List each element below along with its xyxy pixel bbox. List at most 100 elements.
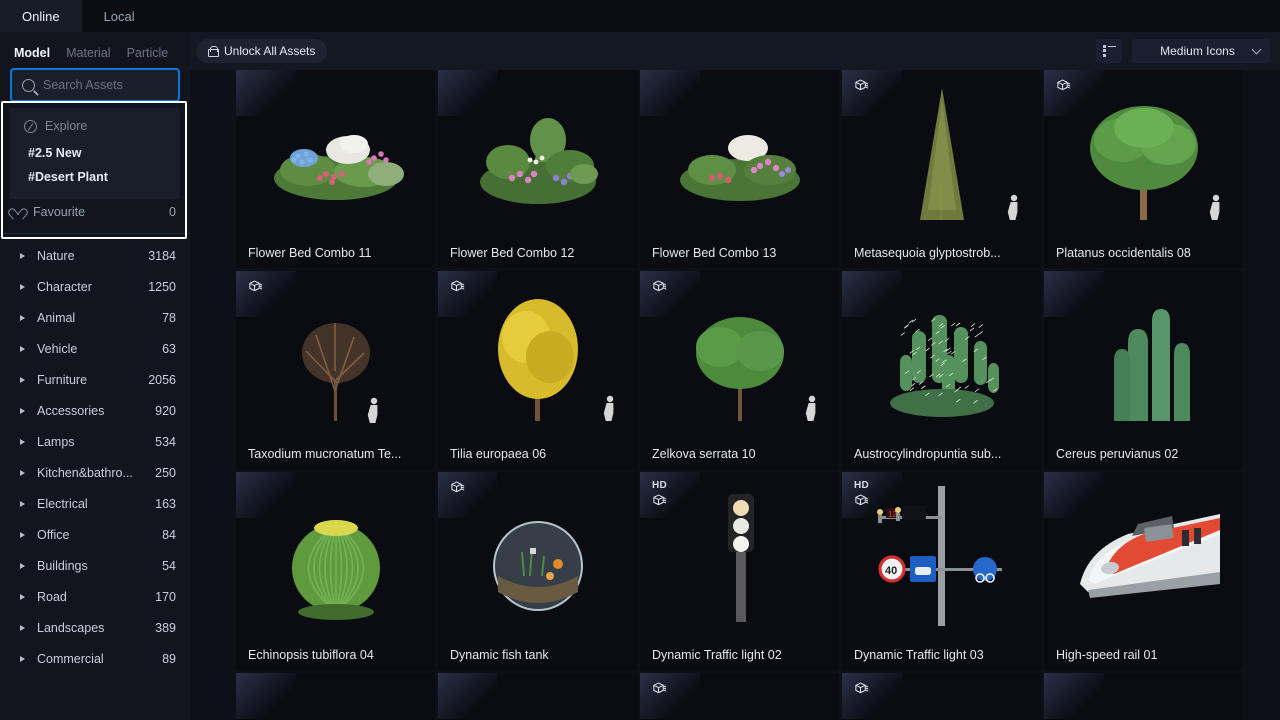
sidebar-category-row[interactable]: Lamps 534 [0, 426, 190, 457]
asset-card[interactable]: Austrocylindropuntia sub... [842, 271, 1041, 469]
search-box[interactable] [10, 68, 180, 102]
favourite-count: 0 [169, 205, 176, 219]
category-count: 534 [155, 435, 176, 449]
asset-card[interactable]: Flower Bed Combo 12 [438, 70, 637, 268]
sidebar-category-row[interactable]: Kitchen&bathro... 250 [0, 457, 190, 488]
asset-card[interactable]: Taxodium mucronatum Te... [236, 271, 435, 469]
asset-card[interactable]: Platanus occidentalis 08 [1044, 70, 1243, 268]
sidebar-category-row[interactable]: Vehicle 63 [0, 333, 190, 364]
asset-browser-window: Online Local Model Material Particle Sea… [0, 0, 1280, 720]
sidebar-category-row[interactable]: Office 84 [0, 519, 190, 550]
asset-name: Tilia europaea 06 [438, 439, 637, 469]
asset-card[interactable]: Echinopsis tubiflora 04 [236, 472, 435, 670]
asset-card[interactable]: Flower Bed Combo 13 [640, 70, 839, 268]
unlock-all-assets-button[interactable]: Unlock All Assets [196, 39, 327, 63]
category-count: 389 [155, 621, 176, 635]
asset-name: Metasequoia glyptostrob... [842, 238, 1041, 268]
asset-card[interactable] [236, 673, 435, 720]
sidebar-category-row[interactable]: Character 1250 [0, 271, 190, 302]
asset-card[interactable]: Cereus peruvianus 02 [1044, 271, 1243, 469]
asset-card[interactable]: High-speed rail 01 [1044, 472, 1243, 670]
cube-icon [450, 480, 465, 500]
category-count: 89 [162, 652, 176, 666]
tab-material-label: Material [66, 46, 110, 60]
list-view-icon [1103, 46, 1116, 57]
category-label: Animal [37, 311, 154, 325]
asset-name: Flower Bed Combo 13 [640, 238, 839, 268]
asset-thumbnail [438, 472, 637, 640]
heart-icon [12, 207, 24, 218]
caret-right-icon[interactable] [20, 315, 25, 321]
sidebar-category-row[interactable]: Nature 3184 [0, 240, 190, 271]
asset-thumbnail [640, 673, 839, 720]
category-count: 170 [155, 590, 176, 604]
tab-particle[interactable]: Particle [127, 46, 169, 60]
search-input[interactable] [43, 78, 204, 92]
sidebar-category-row[interactable]: Commercial 89 [0, 643, 190, 674]
unlock-label: Unlock All Assets [224, 44, 315, 58]
caret-right-icon[interactable] [20, 253, 25, 259]
caret-right-icon[interactable] [20, 625, 25, 631]
asset-grid-scroll[interactable]: Flower Bed Combo 11 Flower Bed Combo 12 Fl… [190, 70, 1280, 720]
tab-local[interactable]: Local [82, 0, 157, 32]
sidebar-category-row[interactable]: Furniture 2056 [0, 364, 190, 395]
asset-badges [450, 279, 465, 299]
search-icon [22, 79, 35, 92]
category-label: Office [37, 528, 154, 542]
cube-icon [450, 279, 465, 299]
tab-local-label: Local [104, 9, 135, 24]
asset-thumbnail: 12 40 [842, 472, 1041, 640]
caret-right-icon[interactable] [20, 284, 25, 290]
asset-name: Dynamic Traffic light 02 [640, 640, 839, 670]
caret-right-icon[interactable] [20, 501, 25, 507]
caret-right-icon[interactable] [20, 594, 25, 600]
sidebar-divider [0, 233, 190, 234]
asset-card[interactable]: Zelkova serrata 10 [640, 271, 839, 469]
category-count: 920 [155, 404, 176, 418]
caret-right-icon[interactable] [20, 377, 25, 383]
sidebar-category-row[interactable]: Accessories 920 [0, 395, 190, 426]
tab-model[interactable]: Model [14, 46, 50, 60]
chevron-down-icon [1252, 45, 1262, 55]
asset-card[interactable]: Dynamic fish tank [438, 472, 637, 670]
asset-name: Taxodium mucronatum Te... [236, 439, 435, 469]
asset-thumbnail [842, 673, 1041, 720]
category-count: 163 [155, 497, 176, 511]
sidebar-category-row[interactable]: Electrical 163 [0, 488, 190, 519]
icon-size-select[interactable]: Medium Icons [1132, 39, 1270, 63]
caret-right-icon[interactable] [20, 563, 25, 569]
asset-card[interactable] [1044, 673, 1243, 720]
sidebar-item-favourite[interactable]: Favourite 0 [0, 199, 190, 225]
category-count: 78 [162, 311, 176, 325]
asset-card[interactable]: Flower Bed Combo 11 [236, 70, 435, 268]
caret-right-icon[interactable] [20, 656, 25, 662]
sidebar-category-row[interactable]: Animal 78 [0, 302, 190, 333]
sidebar-category-row[interactable]: Landscapes 389 [0, 612, 190, 643]
tab-material[interactable]: Material [66, 46, 110, 60]
tab-online[interactable]: Online [0, 0, 82, 32]
sidebar-category-row[interactable]: Road 170 [0, 581, 190, 612]
lock-icon [208, 46, 217, 57]
asset-card[interactable] [438, 673, 637, 720]
caret-right-icon[interactable] [20, 470, 25, 476]
category-label: Furniture [37, 373, 140, 387]
asset-card[interactable] [640, 673, 839, 720]
asset-card[interactable] [842, 673, 1041, 720]
list-view-button[interactable] [1096, 39, 1122, 63]
explore-tag-desert-plant[interactable]: #Desert Plant [14, 165, 176, 189]
asset-card[interactable]: HD 12 40 Dynamic Traffic light 03 [842, 472, 1041, 670]
explore-tag-new[interactable]: #2.5 New [14, 141, 176, 165]
asset-thumbnail [842, 271, 1041, 439]
tab-online-label: Online [22, 9, 60, 24]
caret-right-icon[interactable] [20, 346, 25, 352]
category-label: Lamps [37, 435, 147, 449]
caret-right-icon[interactable] [20, 532, 25, 538]
category-label: Landscapes [37, 621, 147, 635]
sidebar-category-row[interactable]: Buildings 54 [0, 550, 190, 581]
asset-card[interactable]: HD Dynamic Traffic light 02 [640, 472, 839, 670]
caret-right-icon[interactable] [20, 439, 25, 445]
asset-card[interactable]: Tilia europaea 06 [438, 271, 637, 469]
caret-right-icon[interactable] [20, 408, 25, 414]
category-count: 2056 [148, 373, 176, 387]
asset-card[interactable]: Metasequoia glyptostrob... [842, 70, 1041, 268]
